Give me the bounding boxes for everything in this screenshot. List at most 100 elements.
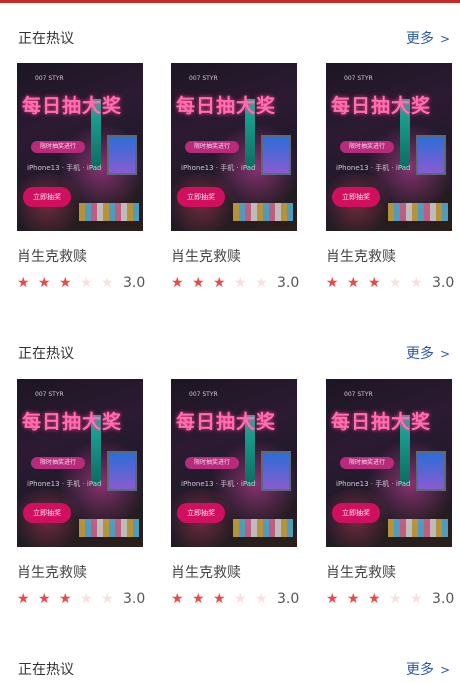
- movie-title[interactable]: 肖生克救赎: [171, 246, 241, 266]
- section-header: 正在热议 更多 >: [0, 337, 460, 367]
- hot-topics-section-3: 正在热议 更多 >: [0, 653, 460, 683]
- section-header: 正在热议 更多 >: [0, 653, 460, 683]
- poster-graphic: [233, 519, 293, 537]
- movie-title[interactable]: 肖生克救赎: [17, 562, 87, 582]
- poster-small-text: 007 STYR: [35, 391, 64, 398]
- section-header: 正在热议 更多 >: [0, 22, 460, 52]
- section-title: 正在热议: [18, 662, 74, 678]
- movie-poster[interactable]: 007 STYR 每日抽大奖 限时抽奖进行 iPhone13 · 手机 · iP…: [326, 379, 452, 547]
- star-icon: ★: [38, 275, 51, 291]
- rating-score: 3.0: [123, 275, 146, 291]
- poster-small-text: 007 STYR: [189, 391, 218, 398]
- star-icon: ★: [347, 275, 360, 291]
- star-icon: ★: [255, 275, 268, 291]
- movie-title[interactable]: 肖生克救赎: [17, 246, 87, 266]
- top-accent-bar: [0, 0, 460, 3]
- movie-title[interactable]: 肖生克救赎: [326, 562, 396, 582]
- more-label: 更多: [406, 31, 434, 47]
- star-icon: ★: [171, 591, 184, 607]
- poster-headline: 每日抽大奖: [22, 95, 123, 117]
- star-icon: ★: [410, 275, 423, 291]
- star-icon: ★: [192, 591, 205, 607]
- star-icon: ★: [389, 591, 402, 607]
- more-link[interactable]: 更多 >: [406, 659, 450, 679]
- movie-poster[interactable]: 007 STYR 每日抽大奖 限时抽奖进行 iPhone13 · 手机 · iP…: [171, 63, 297, 231]
- movie-poster[interactable]: 007 STYR 每日抽大奖 限时抽奖进行 iPhone13 · 手机 · iP…: [326, 63, 452, 231]
- star-icon: ★: [347, 591, 360, 607]
- poster-small-text: 007 STYR: [344, 75, 373, 82]
- poster-pill: 限时抽奖进行: [340, 457, 394, 469]
- chevron-right-icon: >: [440, 663, 451, 677]
- poster-small-text: 007 STYR: [344, 391, 373, 398]
- star-icon: ★: [389, 275, 402, 291]
- star-icon: ★: [59, 275, 72, 291]
- movie-poster[interactable]: 007 STYR 每日抽大奖 限时抽奖进行 iPhone13 · 手机 · iP…: [17, 63, 143, 231]
- poster-small-text: 007 STYR: [35, 75, 64, 82]
- poster-pill: 限时抽奖进行: [185, 457, 239, 469]
- star-icon: ★: [234, 275, 247, 291]
- laptop-graphic: [107, 451, 137, 491]
- more-label: 更多: [406, 662, 434, 678]
- poster-graphic: [79, 519, 139, 537]
- rating-score: 3.0: [432, 275, 455, 291]
- poster-pill: 限时抽奖进行: [31, 141, 85, 153]
- poster-cta: 立即抽奖: [177, 503, 225, 523]
- rating-score: 3.0: [277, 275, 300, 291]
- star-icon: ★: [368, 275, 381, 291]
- more-link[interactable]: 更多 >: [406, 28, 450, 48]
- poster-headline: 每日抽大奖: [176, 411, 277, 433]
- star-icon: ★: [255, 591, 268, 607]
- star-icon: ★: [410, 591, 423, 607]
- poster-graphic: [388, 519, 448, 537]
- movie-title[interactable]: 肖生克救赎: [171, 562, 241, 582]
- poster-pill: 限时抽奖进行: [185, 141, 239, 153]
- laptop-graphic: [261, 451, 291, 491]
- chevron-right-icon: >: [440, 347, 451, 361]
- laptop-graphic: [261, 135, 291, 175]
- star-icon: ★: [326, 275, 339, 291]
- rating-score: 3.0: [432, 591, 455, 607]
- poster-headline: 每日抽大奖: [22, 411, 123, 433]
- poster-pill: 限时抽奖进行: [31, 457, 85, 469]
- star-icon: ★: [101, 275, 114, 291]
- star-icon: ★: [171, 275, 184, 291]
- poster-graphic: [79, 203, 139, 221]
- poster-subtext: iPhone13 · 手机 · iPad: [336, 480, 411, 488]
- star-icon: ★: [17, 591, 30, 607]
- hot-topics-section-1: 正在热议 更多 > 007 STYR 每日抽大奖 限时抽奖进行 iPhone13 …: [0, 22, 460, 292]
- poster-subtext: iPhone13 · 手机 · iPad: [181, 164, 256, 172]
- section-title: 正在热议: [18, 31, 74, 47]
- star-icon: ★: [80, 275, 93, 291]
- more-link[interactable]: 更多 >: [406, 343, 450, 363]
- movie-poster[interactable]: 007 STYR 每日抽大奖 限时抽奖进行 iPhone13 · 手机 · iP…: [171, 379, 297, 547]
- poster-cta: 立即抽奖: [332, 503, 380, 523]
- hot-topics-section-2: 正在热议 更多 > 007 STYR 每日抽大奖 限时抽奖进行 iPhone13 …: [0, 337, 460, 607]
- star-icon: ★: [326, 591, 339, 607]
- poster-headline: 每日抽大奖: [331, 95, 432, 117]
- star-icon: ★: [101, 591, 114, 607]
- star-icon: ★: [59, 591, 72, 607]
- poster-cta: 立即抽奖: [177, 187, 225, 207]
- poster-subtext: iPhone13 · 手机 · iPad: [27, 164, 102, 172]
- poster-headline: 每日抽大奖: [176, 95, 277, 117]
- movie-title[interactable]: 肖生克救赎: [326, 246, 396, 266]
- rating-score: 3.0: [277, 591, 300, 607]
- star-icon: ★: [234, 591, 247, 607]
- rating-score: 3.0: [123, 591, 146, 607]
- star-icon: ★: [80, 591, 93, 607]
- star-icon: ★: [368, 591, 381, 607]
- section-title: 正在热议: [18, 346, 74, 362]
- star-icon: ★: [38, 591, 51, 607]
- poster-subtext: iPhone13 · 手机 · iPad: [336, 164, 411, 172]
- more-label: 更多: [406, 346, 434, 362]
- poster-graphic: [388, 203, 448, 221]
- poster-cta: 立即抽奖: [23, 503, 71, 523]
- poster-cta: 立即抽奖: [332, 187, 380, 207]
- movie-poster[interactable]: 007 STYR 每日抽大奖 限时抽奖进行 iPhone13 · 手机 · iP…: [17, 379, 143, 547]
- laptop-graphic: [416, 451, 446, 491]
- star-icon: ★: [17, 275, 30, 291]
- star-icon: ★: [213, 275, 226, 291]
- poster-pill: 限时抽奖进行: [340, 141, 394, 153]
- poster-small-text: 007 STYR: [189, 75, 218, 82]
- laptop-graphic: [107, 135, 137, 175]
